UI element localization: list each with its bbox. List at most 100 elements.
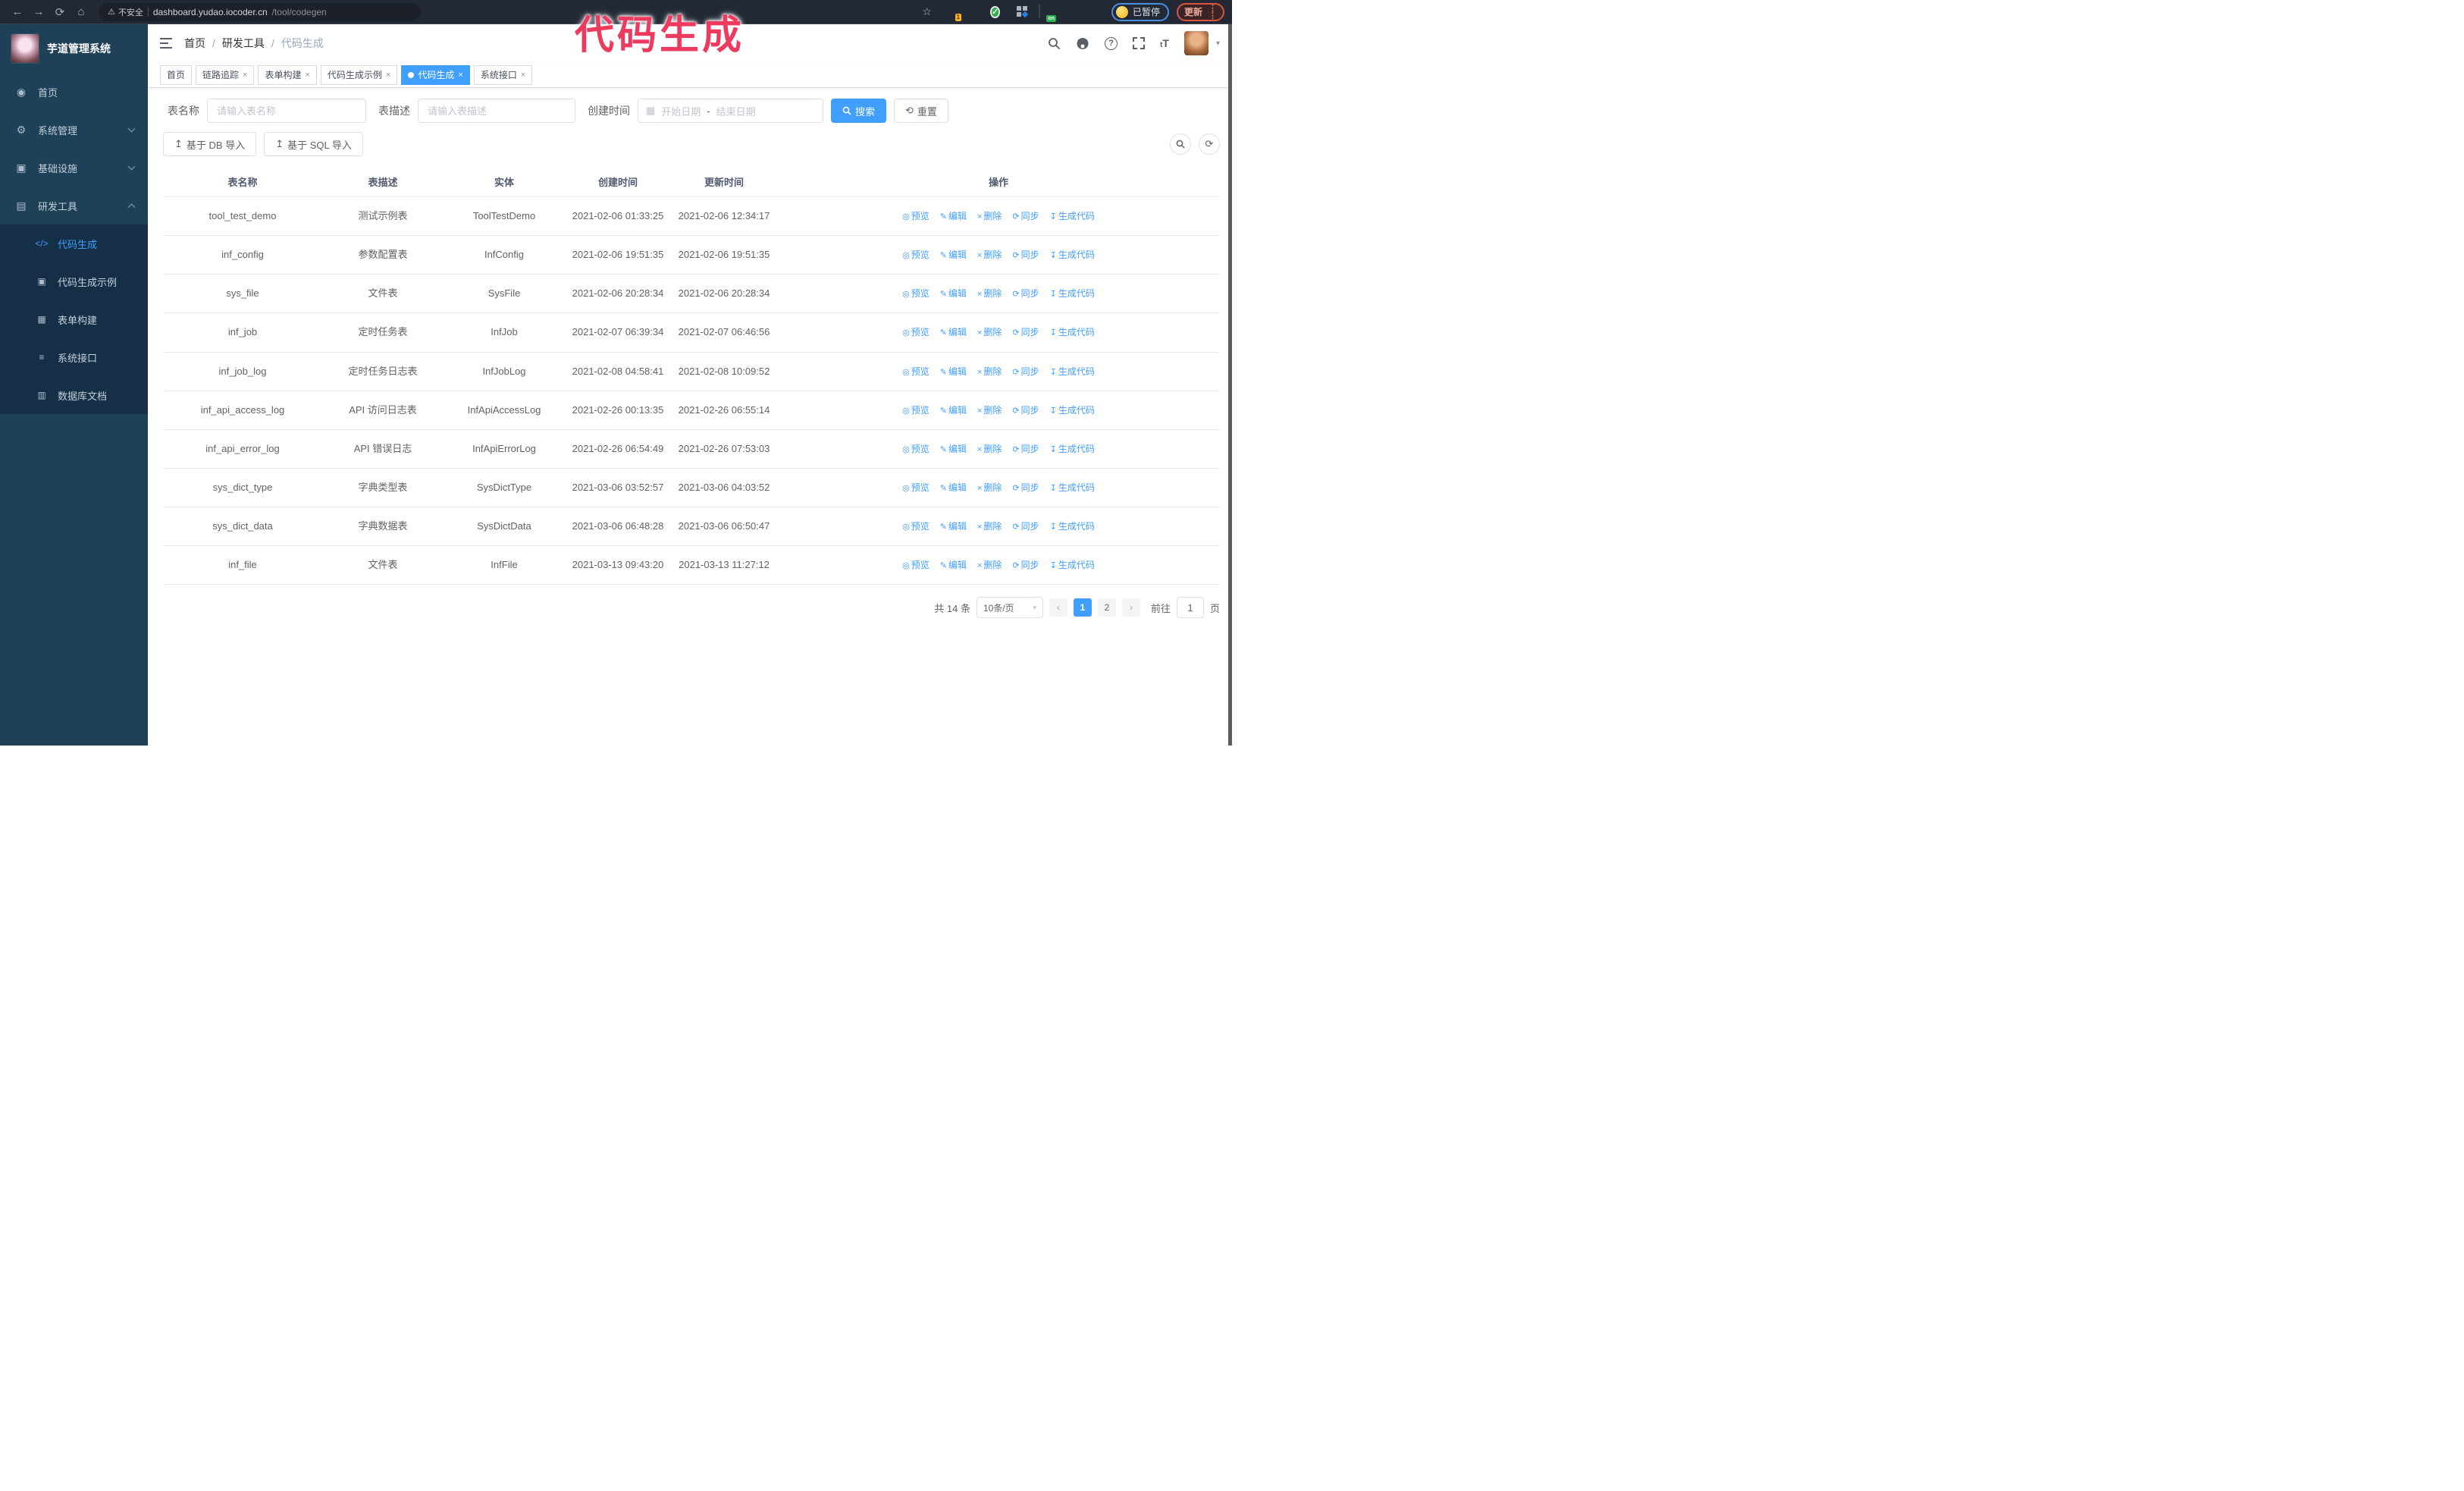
tab-form-builder[interactable]: 表单构建 × [258, 64, 317, 85]
browser-reload-icon[interactable]: ⟳ [50, 3, 70, 21]
edit-link[interactable]: ✎ 编辑 [940, 560, 967, 570]
fullscreen-icon[interactable] [1133, 37, 1146, 49]
reset-button[interactable]: ⟲ 重置 [894, 99, 948, 123]
edit-link[interactable]: ✎ 编辑 [940, 444, 967, 454]
next-page-button[interactable]: › [1121, 598, 1140, 617]
sync-link[interactable]: ⟳ 同步 [1012, 444, 1039, 454]
sidebar-item-devtools[interactable]: ▤ 研发工具 [0, 187, 148, 224]
delete-link[interactable]: × 删除 [977, 560, 1002, 570]
close-icon[interactable]: × [458, 71, 462, 80]
sidebar-item-db-doc[interactable]: ▥ 数据库文档 [0, 376, 148, 414]
table-name-input[interactable] [207, 99, 366, 123]
preview-link[interactable]: ◎ 预览 [902, 288, 929, 299]
import-db-button[interactable]: ↥ 基于 DB 导入 [163, 132, 257, 156]
date-range-picker[interactable]: ▦ 开始日期 - 结束日期 [638, 99, 823, 123]
edit-link[interactable]: ✎ 编辑 [940, 521, 967, 532]
browser-home-icon[interactable]: ⌂ [71, 3, 91, 21]
preview-link[interactable]: ◎ 预览 [902, 211, 929, 221]
tab-tracing[interactable]: 链路追踪 × [196, 64, 255, 85]
generate-link[interactable]: ↧ 生成代码 [1050, 327, 1095, 337]
preview-link[interactable]: ◎ 预览 [902, 482, 929, 493]
bookmark-star-icon[interactable]: ☆ [922, 5, 932, 18]
edit-link[interactable]: ✎ 编辑 [940, 288, 967, 299]
close-icon[interactable]: × [386, 71, 390, 80]
delete-link[interactable]: × 删除 [977, 482, 1002, 493]
sidebar-item-codegen[interactable]: </> 代码生成 [0, 224, 148, 262]
preview-link[interactable]: ◎ 预览 [902, 521, 929, 532]
extension-orange-icon[interactable]: 1 [945, 5, 961, 21]
chrome-update-button[interactable]: 更新 ⋮ ⋮ [1176, 2, 1224, 21]
tab-home[interactable]: 首页 [160, 64, 193, 85]
sidebar-item-form-builder[interactable]: ▦ 表单构建 [0, 300, 148, 338]
delete-link[interactable]: × 删除 [977, 250, 1002, 260]
generate-link[interactable]: ↧ 生成代码 [1050, 288, 1095, 299]
breadcrumb-devtools[interactable]: 研发工具 [222, 36, 265, 51]
generate-link[interactable]: ↧ 生成代码 [1050, 560, 1095, 570]
page-2-button[interactable]: 2 [1097, 598, 1116, 617]
extension-green-icon[interactable] [1062, 5, 1077, 19]
prev-page-button[interactable]: ‹ [1049, 598, 1067, 617]
extensions-puzzle-icon[interactable] [1086, 5, 1100, 19]
close-icon[interactable]: × [305, 71, 309, 80]
sync-link[interactable]: ⟳ 同步 [1012, 405, 1039, 416]
sync-link[interactable]: ⟳ 同步 [1012, 560, 1039, 570]
edit-link[interactable]: ✎ 编辑 [940, 327, 967, 337]
search-button[interactable]: 搜索 [831, 99, 887, 123]
delete-link[interactable]: × 删除 [977, 288, 1002, 299]
not-secure-warning[interactable]: ⚠ 不安全 [108, 6, 143, 18]
sidebar-item-codegen-demo[interactable]: ▣ 代码生成示例 [0, 262, 148, 300]
edit-link[interactable]: ✎ 编辑 [940, 250, 967, 260]
delete-link[interactable]: × 删除 [977, 327, 1002, 337]
profile-paused-badge[interactable]: 已暂停 [1111, 2, 1169, 21]
tab-system-api[interactable]: 系统接口 × [473, 64, 533, 85]
tab-codegen[interactable]: 代码生成 × [401, 64, 470, 85]
preview-link[interactable]: ◎ 预览 [902, 250, 929, 260]
page-scrollbar[interactable] [1228, 24, 1232, 746]
delete-link[interactable]: × 删除 [977, 366, 1002, 377]
sync-link[interactable]: ⟳ 同步 [1012, 211, 1039, 221]
generate-link[interactable]: ↧ 生成代码 [1050, 405, 1095, 416]
generate-link[interactable]: ↧ 生成代码 [1050, 250, 1095, 260]
page-size-select[interactable]: 10条/页 ▾ [976, 597, 1043, 619]
import-sql-button[interactable]: ↥ 基于 SQL 导入 [264, 132, 363, 156]
browser-forward-icon[interactable]: → [29, 3, 49, 21]
sync-link[interactable]: ⟳ 同步 [1012, 521, 1039, 532]
preview-link[interactable]: ◎ 预览 [902, 444, 929, 454]
table-desc-input[interactable] [418, 99, 575, 123]
preview-link[interactable]: ◎ 预览 [902, 366, 929, 377]
generate-link[interactable]: ↧ 生成代码 [1050, 211, 1095, 221]
delete-link[interactable]: × 删除 [977, 211, 1002, 221]
app-logo-row[interactable]: 芋道管理系统 [0, 24, 148, 73]
edit-link[interactable]: ✎ 编辑 [940, 482, 967, 493]
extension-dark-on-icon[interactable]: on [1038, 4, 1056, 22]
browser-back-icon[interactable]: ← [8, 3, 27, 21]
sidebar-item-system[interactable]: ⚙ 系统管理 [0, 111, 148, 149]
sync-link[interactable]: ⟳ 同步 [1012, 366, 1039, 377]
tab-codegen-demo[interactable]: 代码生成示例 × [320, 64, 398, 85]
address-bar[interactable]: ⚠ 不安全 dashboard.yudao.iocoder.cn/tool/co… [99, 2, 421, 21]
header-search-icon[interactable] [1048, 37, 1061, 50]
close-icon[interactable]: × [521, 71, 525, 80]
edit-link[interactable]: ✎ 编辑 [940, 405, 967, 416]
close-icon[interactable]: × [243, 71, 247, 80]
breadcrumb-home[interactable]: 首页 [184, 36, 205, 51]
generate-link[interactable]: ↧ 生成代码 [1050, 366, 1095, 377]
font-size-icon[interactable]: tT [1160, 37, 1169, 49]
browser-menu-icon[interactable]: ⋮ ⋮ [1208, 4, 1217, 20]
edit-link[interactable]: ✎ 编辑 [940, 366, 967, 377]
user-avatar[interactable] [1183, 31, 1208, 55]
toggle-search-button[interactable] [1170, 133, 1191, 155]
preview-link[interactable]: ◎ 预览 [902, 327, 929, 337]
preview-link[interactable]: ◎ 预览 [902, 560, 929, 570]
sync-link[interactable]: ⟳ 同步 [1012, 250, 1039, 260]
sidebar-item-home[interactable]: ◉ 首页 [0, 73, 148, 111]
sync-link[interactable]: ⟳ 同步 [1012, 327, 1039, 337]
sidebar-item-infra[interactable]: ▣ 基础设施 [0, 149, 148, 187]
delete-link[interactable]: × 删除 [977, 405, 1002, 416]
sync-link[interactable]: ⟳ 同步 [1012, 482, 1039, 493]
avatar-caret-icon[interactable]: ▾ [1216, 39, 1220, 48]
sidebar-item-system-api[interactable]: ≡ 系统接口 [0, 338, 148, 376]
generate-link[interactable]: ↧ 生成代码 [1050, 444, 1095, 454]
preview-link[interactable]: ◎ 预览 [902, 405, 929, 416]
generate-link[interactable]: ↧ 生成代码 [1050, 521, 1095, 532]
